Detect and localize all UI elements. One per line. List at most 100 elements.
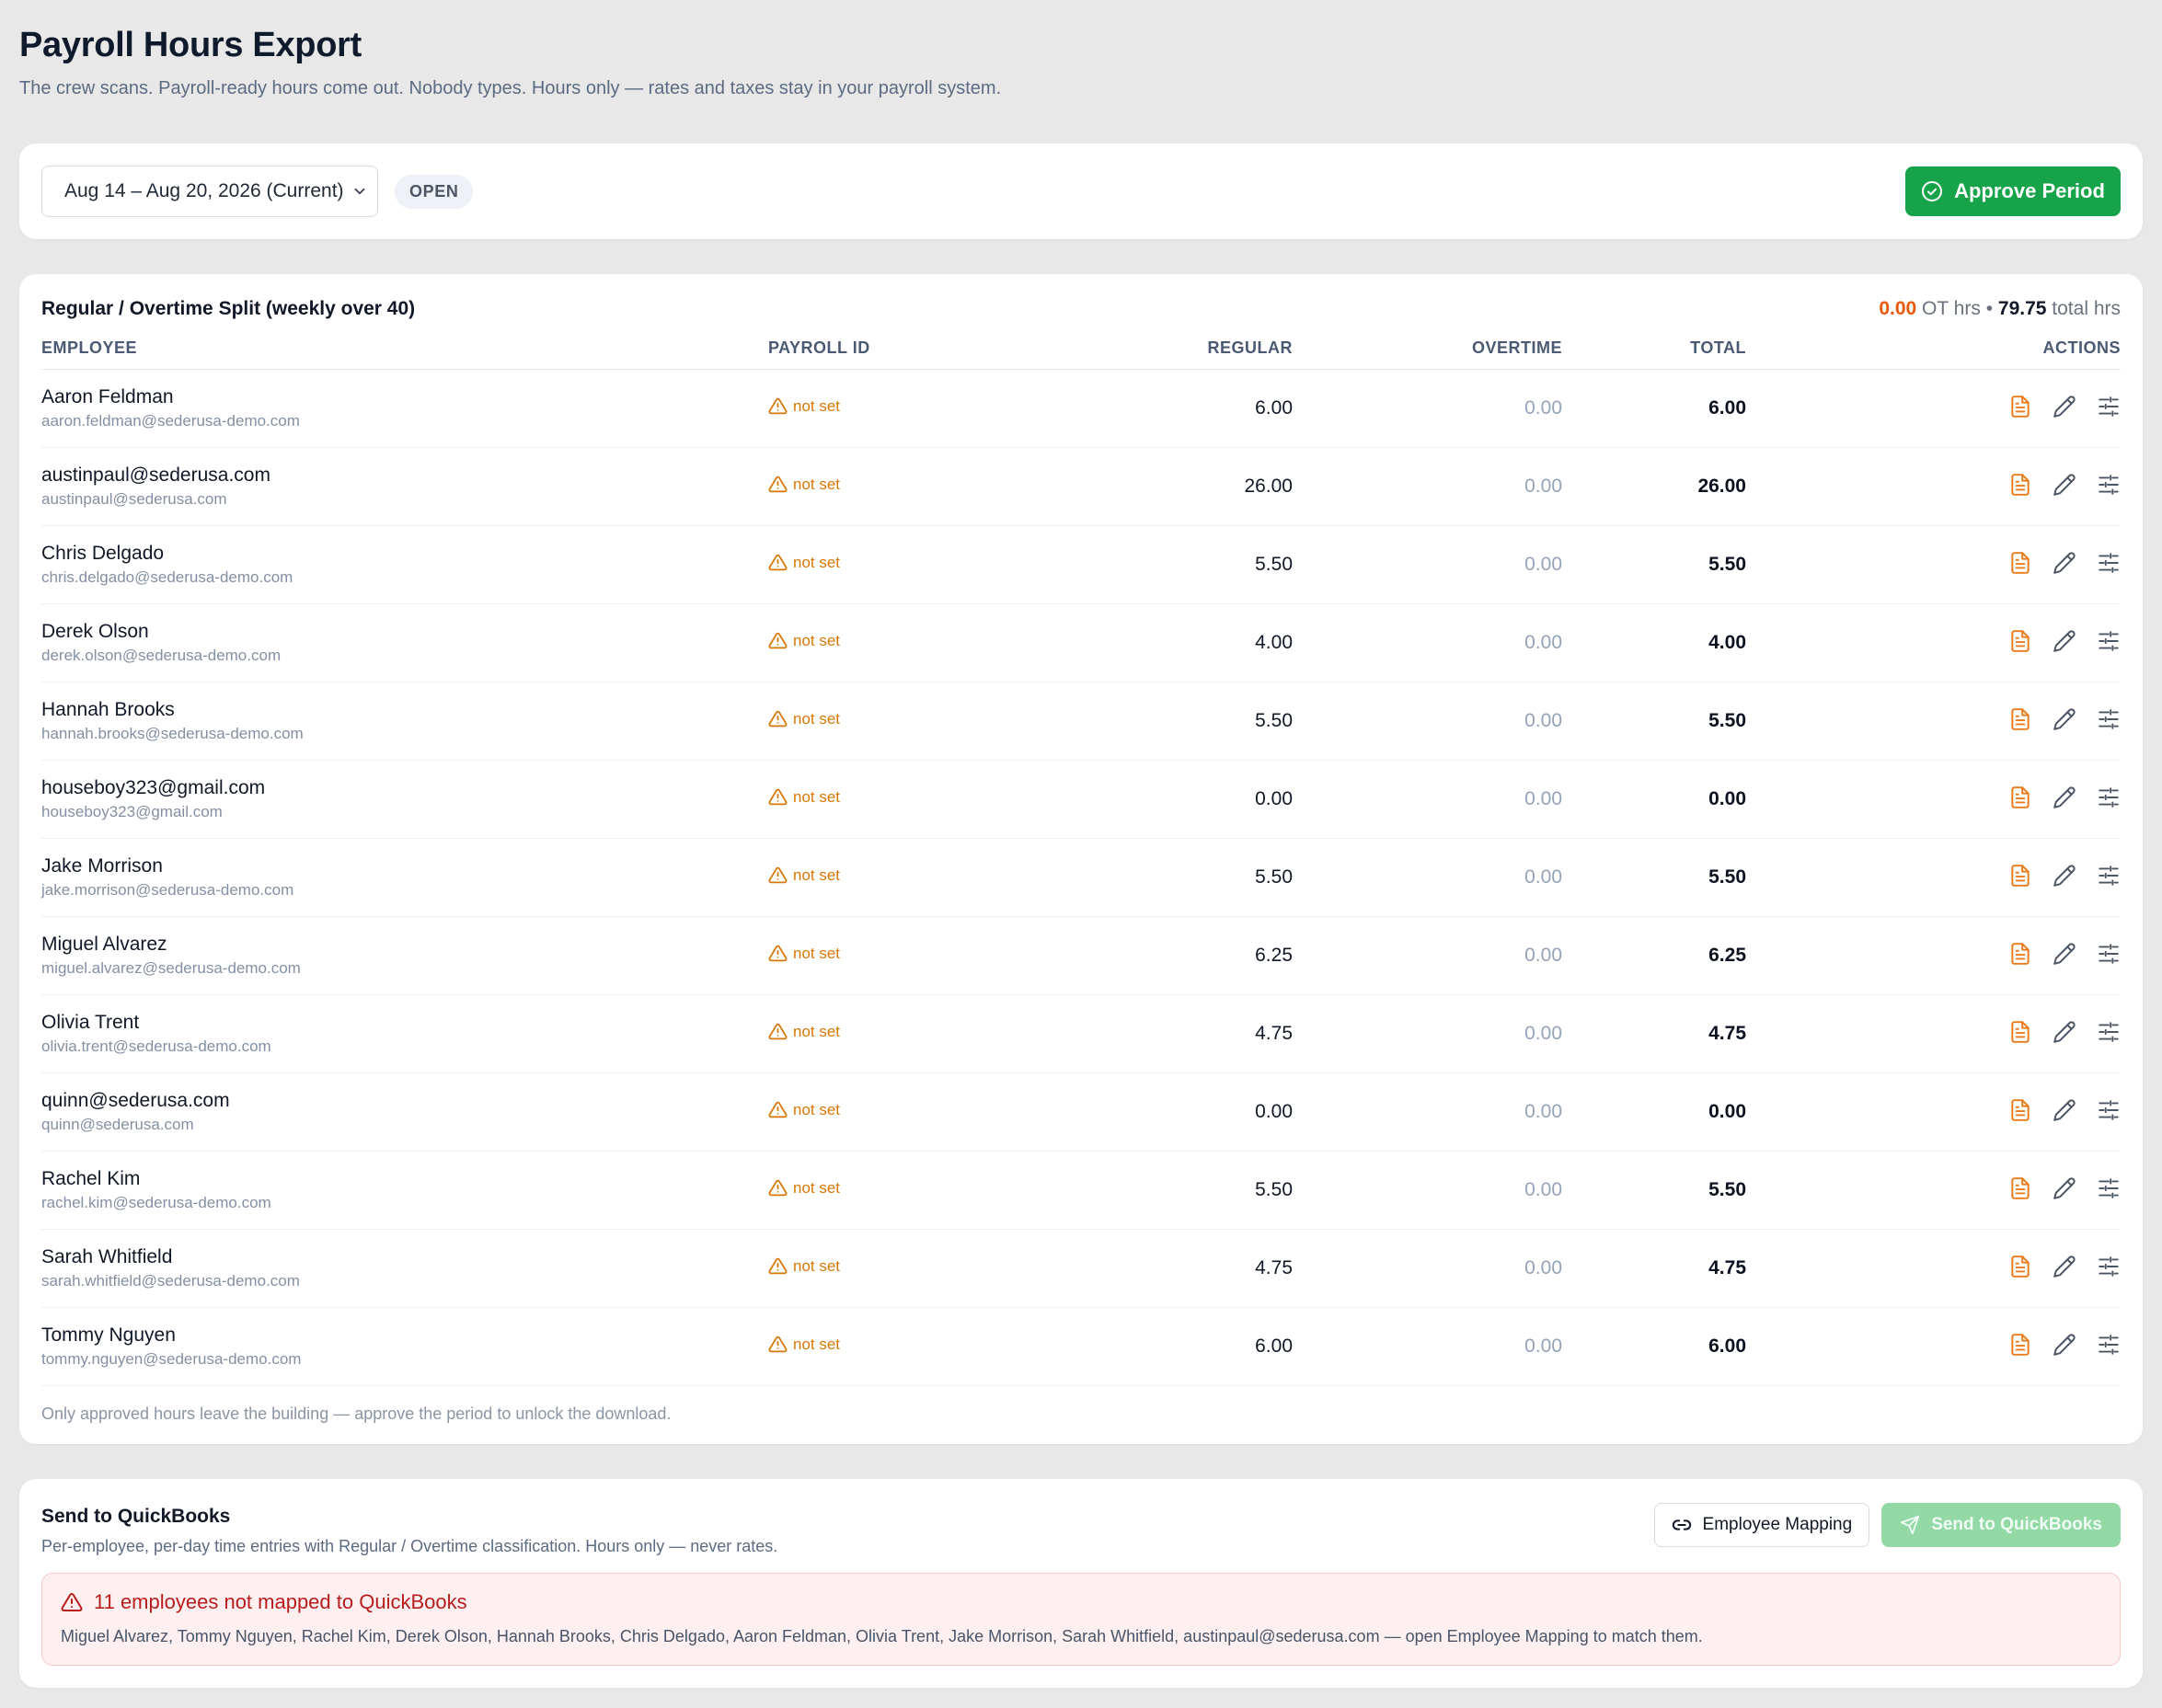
edit-button[interactable] [2053, 1020, 2076, 1044]
edit-button[interactable] [2053, 1176, 2076, 1200]
employee-email: austinpaul@sederusa.com [41, 490, 227, 508]
sliders-icon [2099, 1334, 2119, 1355]
overtime-hours: 0.00 [1524, 397, 1562, 418]
check-circle-icon [1922, 181, 1943, 201]
total-hours: 5.50 [1708, 1179, 1746, 1200]
file-icon [2011, 1098, 2030, 1121]
overtime-hours: 0.00 [1524, 632, 1562, 653]
period-select-value: Aug 14 – Aug 20, 2026 (Current) [64, 180, 344, 201]
timesheet-button[interactable] [2008, 1255, 2032, 1278]
timesheet-button[interactable] [2008, 785, 2032, 809]
file-icon [2011, 1176, 2030, 1199]
timesheet-button[interactable] [2008, 864, 2032, 888]
regular-hours: 0.00 [1255, 1101, 1293, 1122]
adjust-button[interactable] [2097, 1020, 2121, 1044]
pencil-icon [2053, 629, 2076, 652]
employee-mapping-button[interactable]: Employee Mapping [1653, 1503, 1870, 1547]
overtime-hours: 0.00 [1524, 476, 1562, 497]
payroll-id-text: not set [793, 944, 841, 962]
warning-triangle-icon [768, 710, 788, 728]
total-hours: 0.00 [1708, 788, 1746, 809]
adjust-button[interactable] [2097, 473, 2121, 497]
edit-button[interactable] [2053, 785, 2076, 809]
timesheet-button[interactable] [2008, 707, 2032, 731]
total-hours: 4.00 [1708, 632, 1746, 653]
edit-button[interactable] [2053, 551, 2076, 575]
adjust-button[interactable] [2097, 864, 2121, 888]
edit-button[interactable] [2053, 707, 2076, 731]
timesheet-button[interactable] [2008, 551, 2032, 575]
total-hours-value: 79.75 [1997, 298, 2047, 319]
page-title: Payroll Hours Export [19, 26, 362, 64]
table-row: Hannah Brooks hannah.brooks@sederusa-dem… [41, 682, 2121, 761]
adjust-button[interactable] [2097, 395, 2121, 418]
warning-triangle-icon [768, 554, 788, 571]
pencil-icon [2053, 551, 2076, 574]
edit-button[interactable] [2053, 942, 2076, 966]
file-icon [2011, 942, 2030, 965]
adjust-button[interactable] [2097, 707, 2121, 731]
table-row: Tommy Nguyen tommy.nguyen@sederusa-demo.… [41, 1307, 2121, 1386]
adjust-button[interactable] [2097, 1098, 2121, 1122]
adjust-button[interactable] [2097, 942, 2121, 966]
payroll-page: Payroll Hours Export The crew scans. Pay… [0, 0, 2162, 1688]
payroll-id-text: not set [793, 475, 841, 493]
period-select[interactable]: Aug 14 – Aug 20, 2026 (Current) [41, 166, 378, 217]
adjust-button[interactable] [2097, 1255, 2121, 1278]
regular-hours: 6.00 [1255, 397, 1293, 418]
sliders-icon [2099, 943, 2119, 964]
adjust-button[interactable] [2097, 551, 2121, 575]
edit-button[interactable] [2053, 1333, 2076, 1357]
unmapped-alert: 11 employees not mapped to QuickBooks Mi… [41, 1573, 2121, 1666]
timesheet-button[interactable] [2008, 1098, 2032, 1122]
total-hours: 5.50 [1708, 866, 1746, 888]
edit-button[interactable] [2053, 1098, 2076, 1122]
adjust-button[interactable] [2097, 629, 2121, 653]
adjust-button[interactable] [2097, 785, 2121, 809]
employee-email: chris.delgado@sederusa-demo.com [41, 568, 293, 586]
timesheet-button[interactable] [2008, 629, 2032, 653]
employee-email: aaron.feldman@sederusa-demo.com [41, 412, 300, 430]
col-payroll-id: PAYROLL ID [768, 338, 998, 370]
regular-hours: 5.50 [1255, 554, 1293, 575]
file-icon [2011, 1255, 2030, 1278]
pencil-icon [2053, 473, 2076, 496]
row-actions [2008, 785, 2121, 809]
timesheet-button[interactable] [2008, 1020, 2032, 1044]
total-hours-label: total hrs [2052, 298, 2121, 319]
approve-period-button[interactable]: Approve Period [1905, 166, 2121, 216]
edit-button[interactable] [2053, 864, 2076, 888]
pencil-icon [2053, 864, 2076, 887]
adjust-button[interactable] [2097, 1333, 2121, 1357]
sliders-icon [2099, 1255, 2119, 1277]
edit-button[interactable] [2053, 629, 2076, 653]
timesheet-button[interactable] [2008, 1333, 2032, 1357]
warning-triangle-icon [768, 397, 788, 415]
timesheet-button[interactable] [2008, 395, 2032, 418]
pencil-icon [2053, 942, 2076, 965]
send-to-quickbooks-button[interactable]: Send to QuickBooks [1881, 1503, 2121, 1547]
pencil-icon [2053, 785, 2076, 808]
total-hours: 6.25 [1708, 945, 1746, 966]
adjust-button[interactable] [2097, 1176, 2121, 1200]
total-hours: 5.50 [1708, 710, 1746, 731]
table-row: Olivia Trent olivia.trent@sederusa-demo.… [41, 994, 2121, 1073]
table-row: Rachel Kim rachel.kim@sederusa-demo.com … [41, 1151, 2121, 1230]
timesheet-button[interactable] [2008, 1176, 2032, 1200]
employee-name: austinpaul@sederusa.com [41, 464, 270, 486]
pencil-icon [2053, 1098, 2076, 1121]
row-actions [2008, 707, 2121, 731]
regular-hours: 6.00 [1255, 1335, 1293, 1357]
row-actions [2008, 1176, 2121, 1200]
regular-hours: 5.50 [1255, 866, 1293, 888]
timesheet-button[interactable] [2008, 942, 2032, 966]
timesheet-button[interactable] [2008, 473, 2032, 497]
employee-name: quinn@sederusa.com [41, 1090, 230, 1111]
alert-title: 11 employees not mapped to QuickBooks [94, 1590, 467, 1613]
edit-button[interactable] [2053, 395, 2076, 418]
edit-button[interactable] [2053, 473, 2076, 497]
employee-email: quinn@sederusa.com [41, 1116, 194, 1133]
sliders-icon [2099, 395, 2119, 417]
edit-button[interactable] [2053, 1255, 2076, 1278]
send-to-quickbooks-label: Send to QuickBooks [1931, 1515, 2102, 1534]
